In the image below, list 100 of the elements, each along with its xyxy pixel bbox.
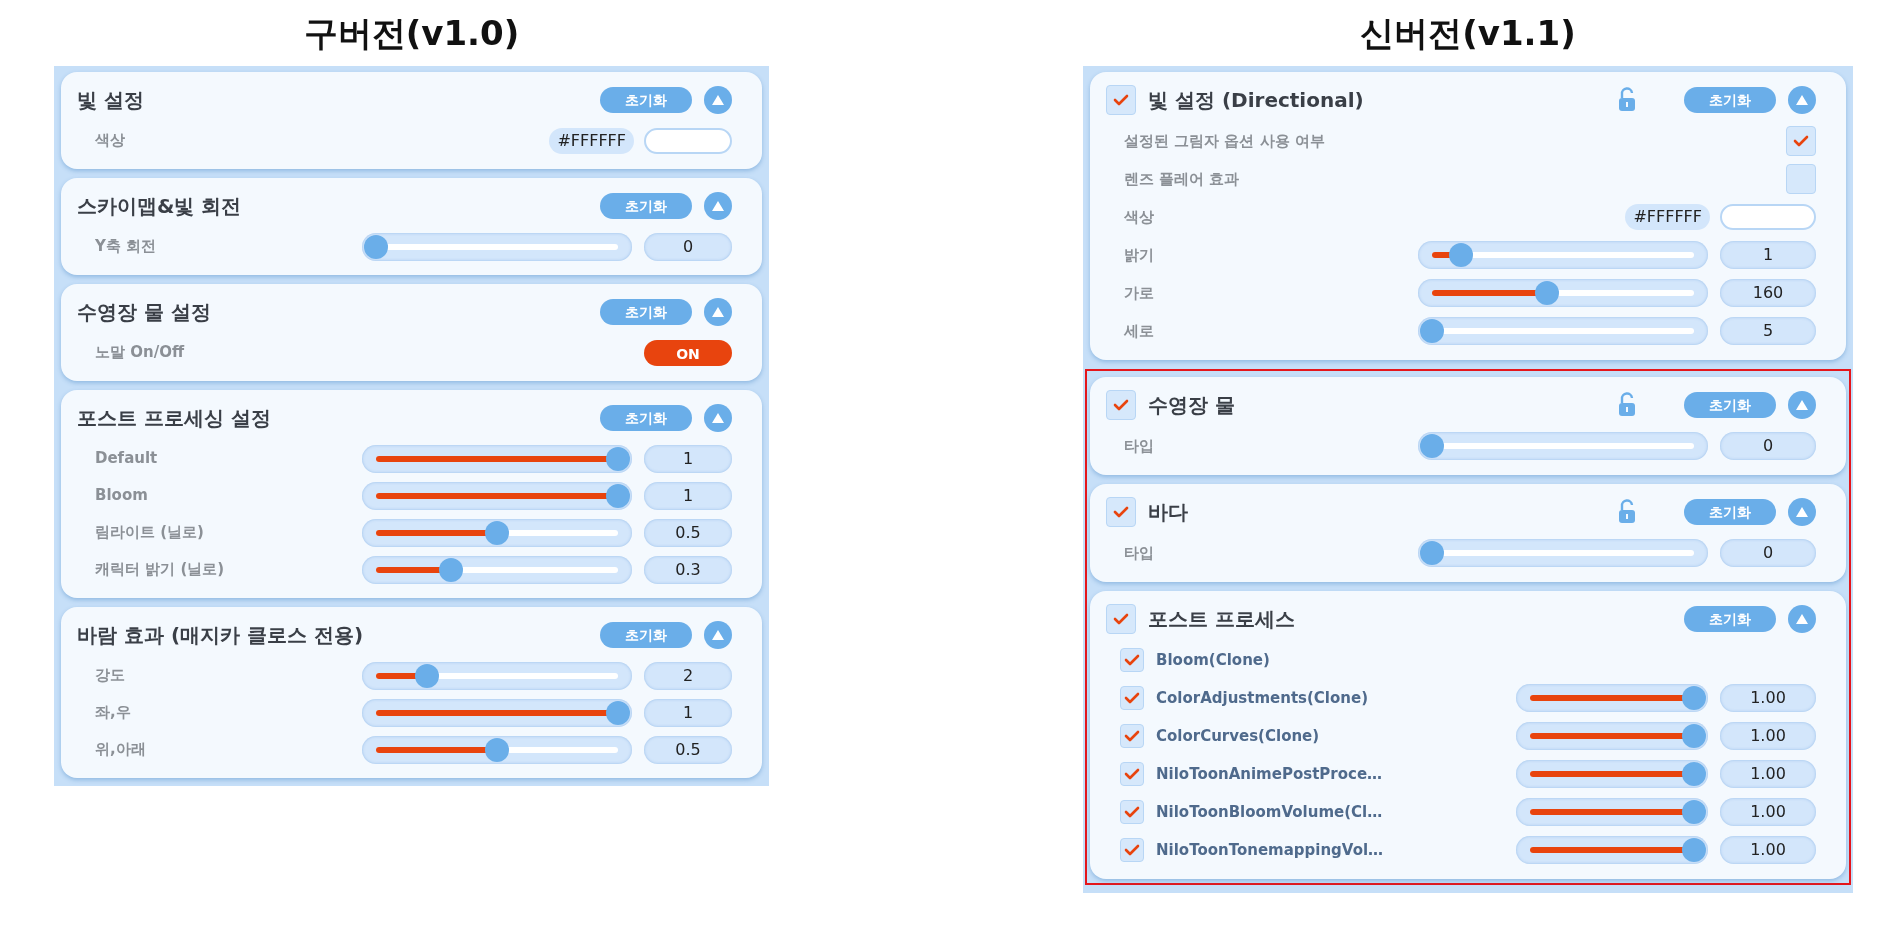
collapse-button[interactable] xyxy=(704,621,732,649)
value-field[interactable]: 0 xyxy=(1720,539,1816,567)
setting-label: 림라이트 (닐로) xyxy=(94,522,205,544)
slider-thumb[interactable] xyxy=(485,737,509,762)
checkbox[interactable] xyxy=(1120,800,1144,824)
hex-field[interactable]: #FFFFFF xyxy=(1625,204,1710,230)
checkbox[interactable] xyxy=(1120,686,1144,710)
setting-label: 타입 xyxy=(1123,542,1155,564)
slider-thumb[interactable] xyxy=(1420,434,1444,458)
checkbox[interactable] xyxy=(1120,648,1144,672)
slider-thumb[interactable] xyxy=(606,483,630,508)
slider-thumb[interactable] xyxy=(1682,762,1706,786)
slider-thumb[interactable] xyxy=(1682,838,1706,862)
slider[interactable] xyxy=(362,232,632,261)
checkbox[interactable] xyxy=(1786,126,1816,156)
slider[interactable] xyxy=(1418,241,1708,269)
collapse-button[interactable] xyxy=(1788,86,1816,114)
setting-label: 색상 xyxy=(1123,206,1155,228)
section-title: 수영장 물 xyxy=(1148,392,1235,419)
collapse-button[interactable] xyxy=(704,298,732,326)
toggle-switch[interactable]: ON xyxy=(644,339,732,366)
value-field[interactable]: 1 xyxy=(644,444,732,473)
slider[interactable] xyxy=(362,518,632,547)
value-field[interactable]: 2 xyxy=(644,661,732,690)
slider[interactable] xyxy=(1516,836,1708,864)
slider-thumb[interactable] xyxy=(606,446,630,471)
effect-label: NiloToonBloomVolume(Cl… xyxy=(1155,801,1384,823)
slider[interactable] xyxy=(362,698,632,727)
color-swatch[interactable] xyxy=(1720,204,1816,230)
value-field[interactable]: 1.00 xyxy=(1720,798,1816,826)
collapse-button[interactable] xyxy=(704,86,732,114)
slider-thumb[interactable] xyxy=(364,234,388,259)
setting-label: 렌즈 플레어 효과 xyxy=(1123,168,1241,190)
slider[interactable] xyxy=(1516,684,1708,712)
slider-thumb[interactable] xyxy=(1682,686,1706,710)
value-field[interactable]: 0 xyxy=(1720,432,1816,460)
slider-thumb[interactable] xyxy=(1420,319,1444,343)
value-field[interactable]: 1.00 xyxy=(1720,760,1816,788)
value-field[interactable]: 0.5 xyxy=(644,735,732,764)
slider[interactable] xyxy=(1418,539,1708,567)
effect-label: ColorAdjustments(Clone) xyxy=(1155,687,1370,709)
checkbox[interactable] xyxy=(1106,604,1136,634)
slider[interactable] xyxy=(1516,798,1708,826)
collapse-button[interactable] xyxy=(704,192,732,220)
slider[interactable] xyxy=(362,555,632,584)
slider[interactable] xyxy=(1516,722,1708,750)
check-icon xyxy=(1113,92,1129,108)
unlocked-padlock-icon[interactable] xyxy=(1618,499,1636,525)
version-heading: 구버전(v1.0) xyxy=(303,11,520,55)
value-field[interactable]: 160 xyxy=(1720,279,1816,307)
value-field[interactable]: 0.5 xyxy=(644,518,732,547)
value-field[interactable]: 5 xyxy=(1720,317,1816,345)
section-title: 바람 효과 (매지카 클로스 전용) xyxy=(77,622,364,649)
collapse-button[interactable] xyxy=(704,404,732,432)
color-swatch[interactable] xyxy=(644,127,732,154)
slider[interactable] xyxy=(1418,279,1708,307)
slider[interactable] xyxy=(362,735,632,764)
slider[interactable] xyxy=(362,481,632,510)
slider-thumb[interactable] xyxy=(439,557,463,582)
value-field[interactable]: 1.00 xyxy=(1720,684,1816,712)
hex-field[interactable]: #FFFFFF xyxy=(549,127,634,154)
collapse-button[interactable] xyxy=(1788,498,1816,526)
check-icon xyxy=(1124,804,1140,820)
checkbox[interactable] xyxy=(1120,762,1144,786)
slider-thumb[interactable] xyxy=(1420,541,1444,565)
checkbox[interactable] xyxy=(1120,724,1144,748)
checkbox[interactable] xyxy=(1786,164,1816,194)
slider-thumb[interactable] xyxy=(485,520,509,545)
slider-thumb[interactable] xyxy=(1682,800,1706,824)
section-title: 빛 설정 (Directional) xyxy=(1148,87,1364,114)
unlocked-padlock-icon[interactable] xyxy=(1618,87,1636,113)
value-field[interactable]: 1.00 xyxy=(1720,836,1816,864)
setting-label: 노말 On/Off xyxy=(94,342,186,364)
checkbox[interactable] xyxy=(1120,838,1144,862)
slider-thumb[interactable] xyxy=(606,700,630,725)
slider[interactable] xyxy=(1418,317,1708,345)
slider[interactable] xyxy=(362,444,632,473)
value-field[interactable]: 1 xyxy=(1720,241,1816,269)
collapse-button[interactable] xyxy=(1788,391,1816,419)
unlocked-padlock-icon[interactable] xyxy=(1618,392,1636,418)
checkbox[interactable] xyxy=(1106,497,1136,527)
checkbox[interactable] xyxy=(1106,390,1136,420)
setting-label: 색상 xyxy=(94,130,126,152)
value-field[interactable]: 0.3 xyxy=(644,555,732,584)
section-title: 빛 설정 xyxy=(77,87,144,114)
slider[interactable] xyxy=(362,661,632,690)
slider-thumb[interactable] xyxy=(414,663,439,688)
value-field[interactable]: 0 xyxy=(644,232,732,261)
slider-thumb[interactable] xyxy=(1535,281,1560,305)
slider-thumb[interactable] xyxy=(1682,724,1706,748)
value-field[interactable]: 1 xyxy=(644,481,732,510)
slider-thumb[interactable] xyxy=(1448,243,1473,267)
value-field[interactable]: 1 xyxy=(644,698,732,727)
slider[interactable] xyxy=(1418,432,1708,460)
section-title: 수영장 물 설정 xyxy=(77,299,211,326)
checkbox[interactable] xyxy=(1106,85,1136,115)
value-field[interactable]: 1.00 xyxy=(1720,722,1816,750)
triangle-icon xyxy=(711,306,725,318)
slider[interactable] xyxy=(1516,760,1708,788)
collapse-button[interactable] xyxy=(1788,605,1816,633)
